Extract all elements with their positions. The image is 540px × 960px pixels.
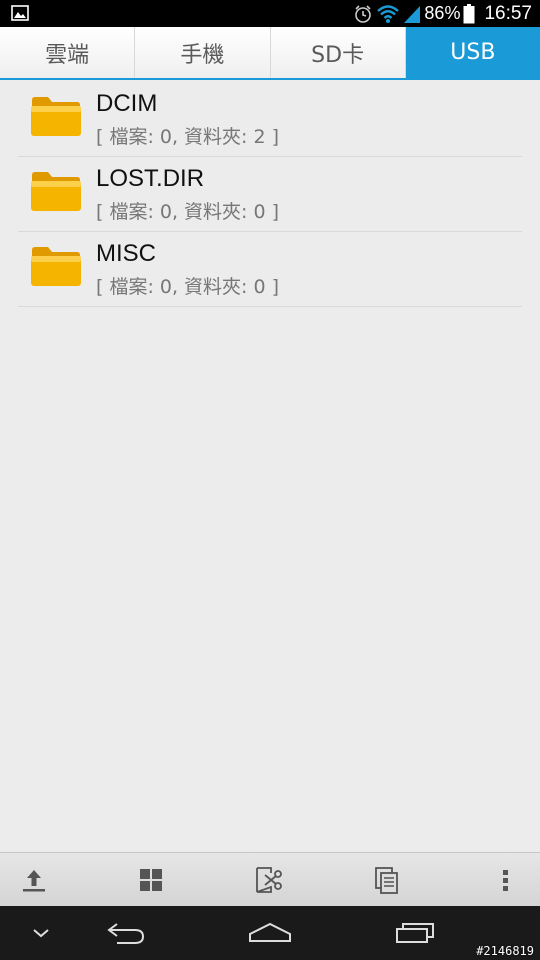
overflow-menu-icon (503, 870, 508, 891)
overflow-menu-button[interactable] (491, 865, 521, 895)
battery-percent: 86% (424, 3, 461, 23)
tab-cloud[interactable]: 雲端 (0, 27, 136, 78)
grid-view-button[interactable] (136, 865, 166, 895)
cut-button[interactable] (254, 865, 284, 895)
file-meta: [ 檔案: 0, 資料夾: 0 ] (96, 276, 280, 298)
file-name: MISC (96, 240, 156, 267)
wifi-icon (377, 4, 400, 23)
file-meta: [ 檔案: 0, 資料夾: 0 ] (96, 201, 280, 223)
folder-icon (31, 97, 81, 136)
tab-usb[interactable]: USB (405, 27, 540, 78)
hide-keyboard-icon (33, 929, 49, 938)
home-icon (249, 922, 291, 942)
storage-tabs: 雲端 手機 SD卡 USB (0, 27, 540, 80)
list-item[interactable]: DCIM [ 檔案: 0, 資料夾: 2 ] (18, 82, 522, 157)
home-button[interactable] (248, 918, 292, 948)
copy-icon (375, 867, 398, 894)
back-button[interactable] (104, 918, 148, 948)
folder-icon (31, 247, 81, 286)
upload-button[interactable] (19, 865, 49, 895)
file-name: DCIM (96, 90, 158, 117)
action-toolbar (0, 852, 540, 907)
recent-apps-button[interactable] (394, 918, 436, 948)
signal-icon (404, 5, 421, 23)
alarm-icon (355, 4, 372, 23)
cut-icon (256, 867, 282, 893)
watermark: #2146819 (476, 944, 534, 958)
recent-apps-icon (396, 923, 434, 943)
hide-keyboard-button[interactable] (28, 918, 54, 948)
folder-icon (31, 172, 81, 211)
tab-sd-card[interactable]: SD卡 (270, 27, 406, 78)
copy-button[interactable] (372, 865, 402, 895)
tab-phone[interactable]: 手機 (135, 27, 271, 78)
list-item[interactable]: LOST.DIR [ 檔案: 0, 資料夾: 0 ] (18, 157, 522, 232)
clock: 16:57 (484, 2, 532, 24)
gallery-notification-icon (11, 5, 29, 21)
file-meta: [ 檔案: 0, 資料夾: 2 ] (96, 126, 280, 148)
file-name: LOST.DIR (96, 165, 205, 192)
status-bar: 86% 16:57 (0, 0, 540, 27)
back-icon (107, 923, 145, 944)
upload-icon (23, 870, 45, 892)
navigation-bar: #2146819 (0, 906, 540, 960)
list-item[interactable]: MISC [ 檔案: 0, 資料夾: 0 ] (18, 232, 522, 307)
grid-icon (140, 869, 162, 891)
battery-icon (463, 3, 475, 23)
file-list: DCIM [ 檔案: 0, 資料夾: 2 ] LOST.DIR [ 檔案: 0,… (18, 82, 522, 307)
